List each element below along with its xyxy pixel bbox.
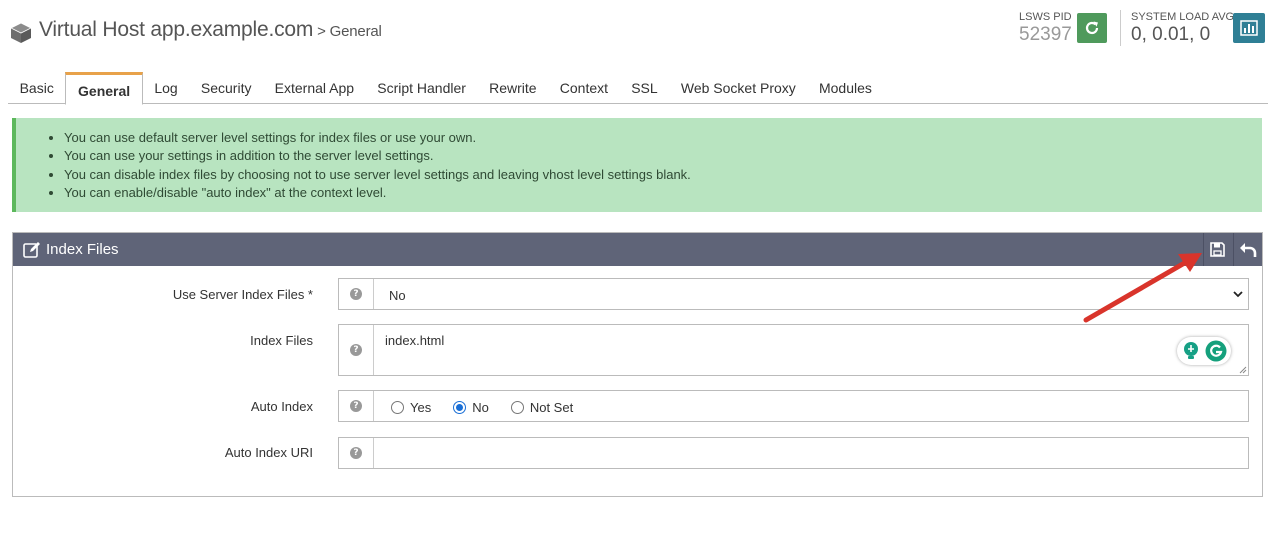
vhost-title: Virtual Host app.example.com (39, 18, 314, 41)
load-value: 0, 0.01, 0 (1131, 24, 1211, 45)
panel-title: Index Files (46, 241, 119, 258)
tab-ssl[interactable]: SSL (620, 72, 670, 103)
tab-script-handler[interactable]: Script Handler (366, 72, 478, 103)
tab-bar: Basic General Log Security External App … (8, 72, 1268, 105)
pid-label: LSWS PID (1019, 11, 1072, 23)
auto-index-option-no[interactable]: No (453, 400, 489, 415)
page-header: Virtual Host app.example.com > General LS… (0, 0, 1280, 70)
info-box: You can use default server level setting… (12, 118, 1262, 212)
tab-general[interactable]: General (65, 72, 143, 105)
undo-icon[interactable] (1239, 240, 1257, 258)
info-item: You can use default server level setting… (64, 129, 1262, 147)
radio-label: Not Set (529, 400, 574, 415)
index-files-label: Index Files (250, 333, 313, 348)
arrow-annotation (1083, 253, 1202, 323)
chevron-down-icon (1233, 291, 1243, 298)
grammarly-icon (1205, 340, 1227, 362)
select-value: No (389, 288, 406, 303)
auto-index-label: Auto Index (250, 399, 313, 414)
auto-index-uri-input[interactable]: ? (338, 437, 1249, 469)
auto-index-field: ? Yes No Not Set (338, 390, 1249, 422)
page-title: Virtual Host app.example.com > General (39, 18, 382, 42)
resize-handle-icon[interactable] (1239, 366, 1247, 374)
help-icon: ? (350, 288, 362, 300)
use-server-index-label: Use Server Index Files * (172, 287, 313, 302)
pid-value: 52397 (1019, 24, 1072, 45)
load-block: SYSTEM LOAD AVG 0, 0.01, 0 (1131, 11, 1234, 46)
tab-web-socket-proxy[interactable]: Web Socket Proxy (669, 72, 807, 103)
textarea-value: index.html (385, 333, 445, 348)
radio-button[interactable] (391, 401, 404, 414)
help-button[interactable]: ? (339, 391, 374, 421)
help-button[interactable]: ? (339, 438, 374, 468)
cube-icon (10, 22, 32, 43)
tab-basic[interactable]: Basic (8, 72, 65, 103)
auto-index-option-not-set[interactable]: Not Set (510, 400, 574, 415)
tab-security[interactable]: Security (189, 72, 263, 103)
info-item: You can disable index files by choosing … (64, 166, 1262, 184)
pid-block: LSWS PID 52397 (1019, 11, 1072, 46)
grammarly-widget[interactable] (1177, 337, 1231, 365)
radio-label: No (472, 400, 489, 415)
save-icon[interactable] (1209, 241, 1226, 258)
load-label: SYSTEM LOAD AVG (1131, 11, 1235, 23)
tab-log[interactable]: Log (143, 72, 190, 103)
auto-index-option-yes[interactable]: Yes (391, 400, 431, 415)
radio-label: Yes (410, 400, 432, 415)
restart-button[interactable] (1077, 13, 1107, 43)
tab-context[interactable]: Context (548, 72, 619, 103)
bar-chart-icon (1240, 20, 1258, 36)
header-divider (1120, 10, 1121, 46)
stats-button[interactable] (1233, 13, 1265, 43)
help-button[interactable]: ? (339, 325, 374, 375)
index-files-panel: Index Files Use Server Index Files * ? N… (12, 232, 1263, 497)
help-icon: ? (350, 447, 362, 459)
panel-header: Index Files (13, 233, 1262, 266)
edit-icon (23, 242, 40, 258)
help-icon: ? (350, 400, 362, 412)
info-item: You can use your settings in addition to… (64, 147, 1262, 165)
auto-index-uri-label: Auto Index URI (224, 445, 313, 460)
tab-external-app[interactable]: External App (263, 72, 366, 103)
tab-modules[interactable]: Modules (807, 72, 883, 103)
help-icon: ? (350, 344, 362, 356)
help-button[interactable]: ? (339, 279, 374, 309)
index-files-textarea[interactable]: ? index.html (338, 324, 1249, 376)
tab-rewrite[interactable]: Rewrite (478, 72, 549, 103)
radio-button[interactable] (453, 401, 467, 414)
header-separator (1233, 233, 1234, 266)
bulb-icon (1184, 342, 1198, 359)
page-subtitle: > General (317, 23, 382, 40)
refresh-icon (1085, 21, 1099, 35)
radio-button[interactable] (510, 401, 524, 414)
auto-index-radio-group: Yes No Not Set (391, 400, 595, 415)
info-list: You can use default server level setting… (64, 129, 1262, 202)
info-item: You can enable/disable "auto index" at t… (64, 184, 1262, 202)
